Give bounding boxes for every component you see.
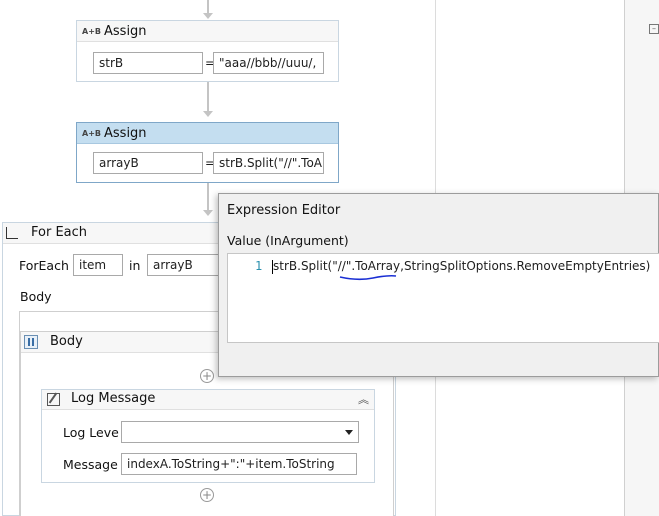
collapse-icon[interactable]: – [649, 24, 659, 34]
connector-arrow [203, 111, 213, 117]
assign-value-field[interactable]: strB.Split("//".ToA [213, 152, 324, 174]
log-message-icon [47, 392, 60, 406]
connector-arrow [203, 13, 213, 19]
assign-value-field[interactable]: "aaa//bbb//uuu/, [213, 52, 324, 74]
log-message-title: Log Message [71, 391, 156, 406]
argument-label: Value (InArgument) [227, 233, 349, 248]
assign-activity-2[interactable]: A+B Assign arrayB = strB.Split("//".ToA [76, 122, 339, 183]
body-label: Body [20, 289, 52, 304]
expression-editor-dialog[interactable]: Expression Editor Value (InArgument) 1 s… [218, 193, 659, 377]
add-activity-button[interactable]: + [200, 488, 214, 502]
connector-line [207, 183, 209, 211]
connector-line [207, 0, 209, 14]
connector-line [207, 82, 209, 112]
hand-drawn-underline [339, 274, 396, 281]
assign-title: Assign [104, 23, 147, 39]
log-level-label: Log Leve [63, 425, 119, 440]
assign-header[interactable]: A+B Assign [77, 123, 338, 144]
foreach-icon [6, 227, 18, 239]
foreach-title: For Each [31, 225, 88, 240]
expression-code[interactable]: strB.Split("//".ToArray ,StringSplitOptio… [273, 259, 651, 281]
message-field[interactable]: indexA.ToString+":"+item.ToString [121, 453, 357, 475]
foreach-collection-field[interactable]: arrayB [147, 254, 221, 276]
add-activity-button[interactable]: + [200, 369, 214, 383]
assign-activity-1[interactable]: A+B Assign strB = "aaa//bbb//uuu/, [76, 20, 339, 82]
code-segment-underlined: //".ToArray [338, 259, 400, 281]
assign-icon: A+B [82, 128, 101, 138]
foreach-item-field[interactable]: item [73, 254, 123, 276]
assign-to-field[interactable]: strB [93, 52, 203, 74]
sequence-icon [24, 335, 38, 349]
foreach-label: ForEach [19, 258, 69, 273]
dialog-title: Expression Editor [227, 203, 341, 218]
assign-to-field[interactable]: arrayB [93, 152, 203, 174]
connector-arrow [203, 210, 213, 216]
code-segment: strB.Split(" [273, 259, 338, 273]
line-number: 1 [255, 259, 263, 273]
assign-icon: A+B [82, 26, 101, 36]
expression-editor-input[interactable]: 1 strB.Split("//".ToArray ,StringSplitOpt… [227, 253, 659, 343]
message-label: Message [63, 457, 118, 472]
in-label: in [129, 258, 141, 273]
assign-header[interactable]: A+B Assign [77, 21, 338, 42]
code-segment: ,StringSplitOptions.RemoveEmptyEntries) [400, 259, 651, 273]
dropdown-arrow-icon[interactable] [345, 430, 353, 435]
log-message-header[interactable]: Log Message ︽ [42, 390, 374, 410]
collapse-chevron-icon[interactable]: ︽ [358, 391, 369, 407]
log-message-activity[interactable]: Log Message ︽ Log Leve Message indexA.To… [41, 389, 375, 483]
sequence-title: Body [50, 334, 83, 349]
assign-title: Assign [104, 125, 147, 141]
log-level-select[interactable] [121, 421, 359, 443]
